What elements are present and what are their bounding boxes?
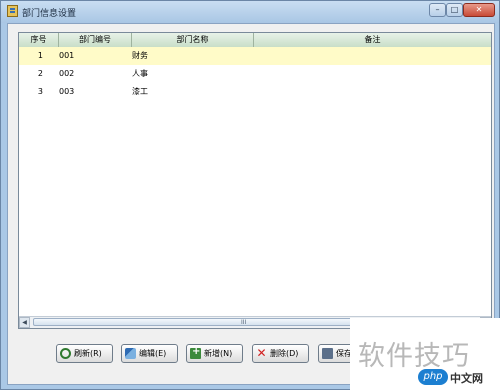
column-header-code[interactable]: 部门编号: [59, 33, 132, 47]
add-icon: [190, 346, 201, 359]
delete-button[interactable]: ✕ 删除(D): [252, 344, 309, 363]
table-row[interactable]: 3 003 漆工: [19, 83, 491, 101]
row-code: 003: [59, 87, 75, 96]
row-index: 3: [37, 87, 43, 96]
title-bar[interactable]: 部门信息设置 – □ ✕: [1, 1, 499, 23]
app-icon: [7, 5, 18, 17]
refresh-icon: [60, 348, 71, 359]
edit-button[interactable]: 编辑(E): [121, 344, 178, 363]
close-icon: ✕: [475, 5, 483, 14]
edit-icon: [125, 348, 136, 359]
table-row[interactable]: 1 001 财务: [19, 47, 491, 65]
watermark-logo: php: [418, 369, 448, 385]
grid-header: 序号 部门编号 部门名称 备注: [19, 33, 491, 48]
delete-icon: ✕: [256, 346, 267, 360]
refresh-button[interactable]: 刷新(R): [56, 344, 113, 363]
delete-label: 删除(D): [270, 349, 299, 358]
row-name: 人事: [132, 69, 148, 78]
row-code: 001: [59, 51, 75, 60]
refresh-label: 刷新(R): [74, 349, 102, 358]
row-index: 2: [37, 69, 43, 78]
row-index: 1: [37, 51, 43, 60]
department-grid[interactable]: 序号 部门编号 部门名称 备注 1 001 财务 2 002 人事 3 003 …: [18, 32, 492, 329]
watermark-site: 中文网: [450, 372, 483, 385]
close-button[interactable]: ✕: [463, 3, 495, 17]
column-header-index[interactable]: 序号: [19, 33, 59, 47]
save-icon: [322, 348, 333, 359]
row-name: 漆工: [132, 87, 148, 96]
new-button[interactable]: 新增(N): [186, 344, 243, 363]
row-code: 002: [59, 69, 75, 78]
maximize-icon: □: [450, 5, 459, 14]
new-label: 新增(N): [204, 349, 233, 358]
column-header-name[interactable]: 部门名称: [132, 33, 254, 47]
edit-label: 编辑(E): [139, 349, 167, 358]
table-row[interactable]: 2 002 人事: [19, 65, 491, 83]
window-title: 部门信息设置: [22, 9, 77, 19]
column-header-note[interactable]: 备注: [254, 33, 491, 47]
minimize-icon: –: [435, 5, 440, 14]
maximize-button[interactable]: □: [446, 3, 463, 17]
scroll-left-icon[interactable]: ◀: [19, 317, 30, 328]
scroll-grip-icon: III: [241, 319, 247, 326]
row-name: 财务: [132, 51, 148, 60]
watermark-text: 软件技巧: [358, 341, 470, 372]
minimize-button[interactable]: –: [429, 3, 446, 17]
